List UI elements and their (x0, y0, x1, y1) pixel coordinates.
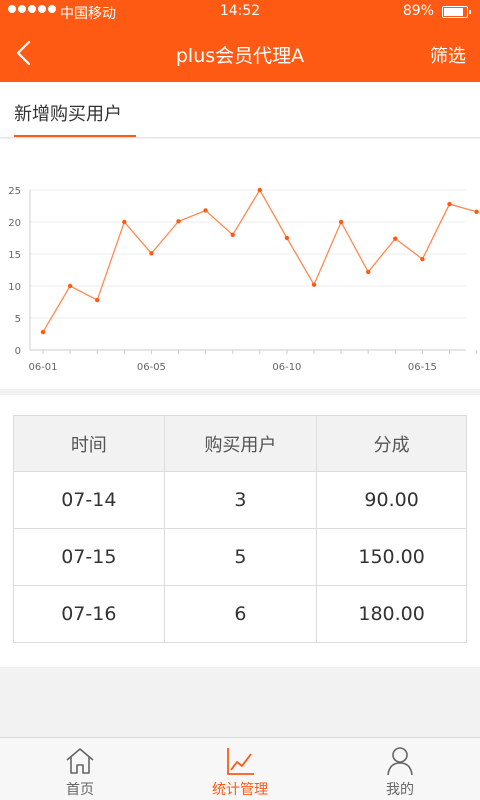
tab-new-buyers[interactable]: 新增购买用户 (14, 100, 122, 126)
series-line (42, 188, 477, 333)
x-tick-label: 06-15 (408, 362, 437, 373)
table-card: 时间 购买用户 分成 07-14 3 90.00 07-15 5 150.00 … (0, 395, 480, 667)
data-point (122, 219, 127, 225)
tabbar-label-mine: 我的 (386, 782, 414, 798)
y-tick-label: 10 (8, 282, 21, 293)
data-point (447, 201, 452, 207)
y-tick-label: 5 (15, 314, 21, 325)
data-point (67, 283, 73, 289)
header-buyers: 购买用户 (163, 415, 318, 472)
cell-buyers: 5 (163, 528, 318, 586)
tabbar-item-mine[interactable]: 我的 (320, 738, 480, 800)
data-point (393, 236, 398, 241)
cell-buyers: 6 (163, 585, 318, 643)
data-point (311, 282, 317, 287)
cell-time: 07-15 (13, 528, 165, 586)
data-point (366, 269, 371, 275)
y-tick-label: 20 (8, 218, 21, 229)
chart-icon (227, 748, 254, 775)
tabbar-item-stats[interactable]: 统计管理 (160, 738, 320, 800)
data-point (149, 251, 154, 256)
cell-buyers: 3 (163, 471, 318, 529)
tabbar-label-home: 首页 (66, 782, 94, 798)
y-tick-label: 25 (8, 186, 21, 197)
home-icon (66, 748, 94, 774)
table-header-row: 时间 购买用户 分成 (13, 415, 467, 472)
table-row: 07-14 3 90.00 (13, 471, 467, 529)
data-point (40, 329, 46, 335)
chart-card: 0 5 10 15 20 25 06-01 06-05 06-10 06-15 (0, 139, 480, 389)
data-table: 时间 购买用户 分成 07-14 3 90.00 07-15 5 150.00 … (13, 415, 467, 643)
y-tick-label: 15 (8, 250, 21, 261)
data-point (176, 219, 181, 224)
y-tick-label: 0 (15, 346, 21, 357)
battery-icon (442, 6, 471, 18)
x-tick-label: 06-01 (28, 362, 57, 373)
data-point (230, 232, 235, 237)
data-point (420, 256, 425, 262)
data-point (257, 187, 262, 193)
tabbar-label-stats: 统计管理 (212, 782, 268, 798)
x-tick-label: 06-10 (272, 362, 301, 373)
data-point (474, 209, 479, 214)
table-row: 07-15 5 150.00 (13, 528, 467, 586)
data-point (284, 235, 290, 241)
data-point (338, 219, 344, 225)
cell-commission: 180.00 (316, 585, 467, 643)
filter-button[interactable]: 筛选 (430, 42, 466, 68)
bottom-tab-bar: 首页 统计管理 我的 (0, 737, 480, 800)
tab-header: 新增购买用户 (0, 82, 480, 138)
cell-commission: 150.00 (316, 528, 467, 586)
line-chart: 0 5 10 15 20 25 06-01 06-05 06-10 06-15 (8, 186, 479, 373)
user-icon (387, 747, 413, 776)
cell-time: 07-14 (13, 471, 165, 529)
status-bar: 中国移动 14:52 89% (0, 0, 480, 24)
table-row: 07-16 6 180.00 (13, 585, 467, 643)
header-commission: 分成 (316, 415, 467, 472)
cell-time: 07-16 (13, 585, 165, 643)
battery-percent: 89% (402, 3, 434, 19)
tab-underline (14, 135, 136, 137)
header-time: 时间 (13, 415, 165, 472)
x-tick-label: 06-05 (137, 362, 166, 373)
cell-commission: 90.00 (316, 471, 467, 529)
data-point (203, 208, 208, 213)
page-title: plus会员代理A (175, 45, 305, 67)
nav-bar: plus会员代理A 筛选 (0, 24, 480, 82)
tabbar-item-home[interactable]: 首页 (0, 738, 160, 800)
data-point (95, 297, 100, 303)
